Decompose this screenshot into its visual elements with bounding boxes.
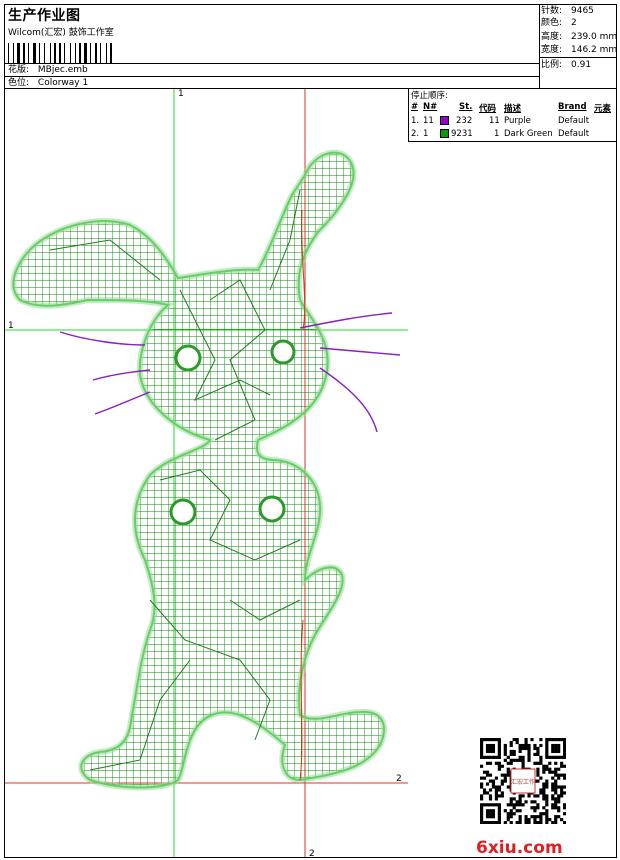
barcode: [8, 43, 112, 63]
stat-stitches: 针数: 9465: [541, 6, 594, 16]
col-header-st: St.: [459, 102, 473, 112]
colorway-value: Colorway 1: [37, 78, 89, 88]
guide-label-red-v: 2: [309, 849, 315, 857]
stat-height: 高度: 239.0 mm: [541, 32, 618, 42]
col-header-desc: 描述: [504, 104, 522, 114]
company-name: Wilcom(汇宏) 鼓饰工作室: [8, 28, 114, 38]
stop-sequence-title: 停止顺序:: [411, 91, 448, 101]
col-header-num: #: [411, 102, 419, 112]
pattern-file: MBjec.emb: [37, 65, 88, 75]
col-header-brand: Brand: [558, 102, 587, 112]
rabbit-embroidery: [10, 149, 387, 791]
guide-label-red-h: 2: [396, 774, 402, 784]
qr-code: 汇宏工作: [480, 738, 566, 824]
stat-scale: 比例: 0.91: [541, 60, 592, 70]
qr-stamp-text: 汇宏工作: [511, 778, 535, 786]
pattern-row: 花版: MBjec.emb: [5, 63, 540, 76]
colorway-row: 色位: Colorway 1: [5, 76, 540, 89]
guide-label-green-h: 1: [8, 321, 14, 331]
colorway-label: 色位:: [8, 78, 30, 88]
header-panel: 生产作业图 Wilcom(汇宏) 鼓饰工作室 花版: MBjec.emb 色位:…: [5, 5, 540, 89]
guide-label-green-v: 1: [178, 89, 184, 99]
pattern-label: 花版:: [8, 65, 30, 75]
col-header-n: N#: [423, 102, 438, 112]
col-header-code: 代码: [479, 104, 497, 114]
color-swatch-green: [440, 129, 449, 138]
embroidery-design-canvas: 1 1 2 2: [5, 89, 408, 857]
col-header-elem: 元素: [594, 104, 612, 114]
watermark-logo: 6xiu.com: [476, 838, 563, 858]
stats-panel: 针数: 9465 颜色: 2 高度: 239.0 mm 宽度: 146.2 mm 比例:…: [540, 5, 618, 89]
page-title: 生产作业图: [8, 8, 81, 24]
stop-sequence-table: 停止顺序: # N# St. 代码 描述 Brand 元素 1. 11 232 …: [408, 89, 616, 142]
stat-width: 宽度: 146.2 mm: [541, 45, 618, 55]
color-swatch-purple: [440, 116, 449, 125]
stat-colors: 颜色: 2: [541, 18, 577, 28]
stats-divider: [540, 57, 616, 58]
